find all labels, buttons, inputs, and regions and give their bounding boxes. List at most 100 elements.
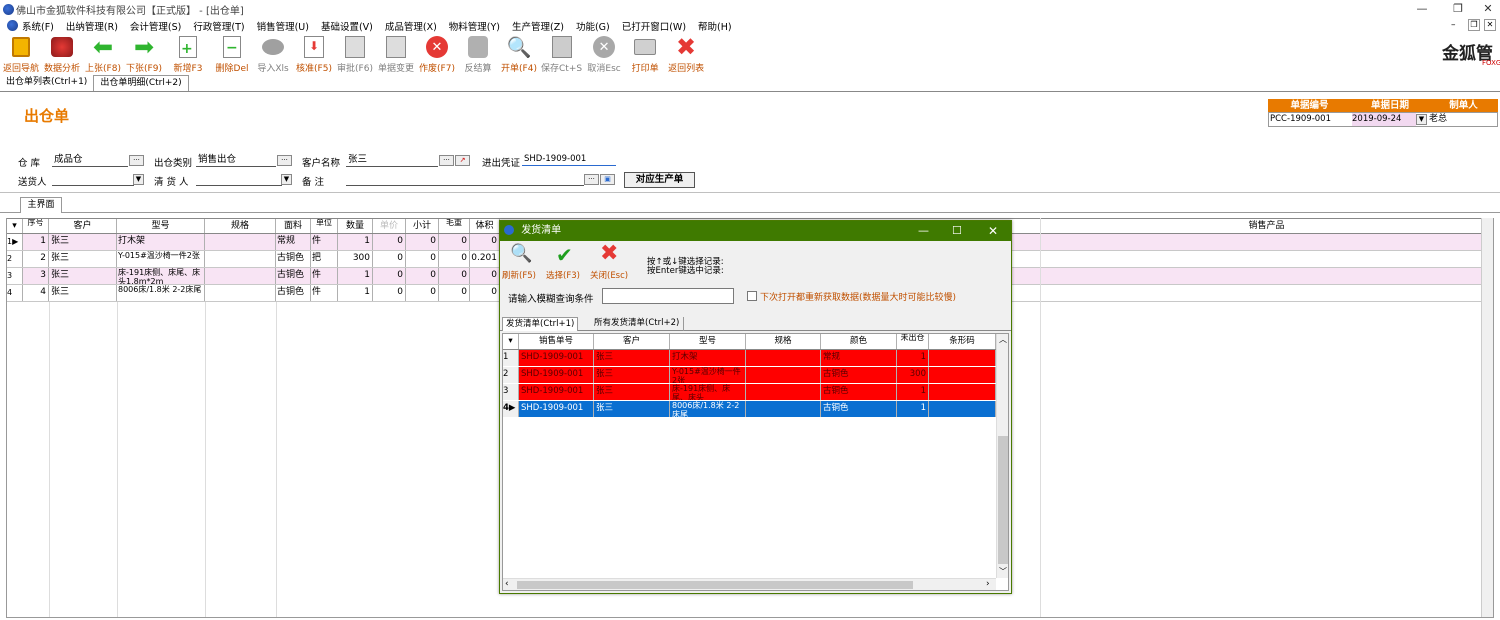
minimize-button[interactable]: —: [1404, 0, 1440, 18]
warehouse-picker-button[interactable]: ···: [129, 155, 144, 166]
col-header-qty[interactable]: 数量: [338, 219, 373, 233]
col-header-dlg-unshipped[interactable]: 未出仓: [897, 334, 929, 349]
remark-picker-button[interactable]: ···: [584, 174, 599, 185]
next-button[interactable]: ➡ 下张(F9): [125, 33, 163, 74]
delivery-grid-vertical-scrollbar[interactable]: ︿ ﹀: [996, 334, 1008, 578]
col-header-model[interactable]: 型号: [117, 219, 205, 233]
review-button[interactable]: 审批(F6): [336, 33, 374, 74]
save-button[interactable]: 保存Ct+S: [541, 33, 582, 74]
outtype-field[interactable]: 销售出仓: [196, 154, 276, 167]
dialog-maximize-button[interactable]: ☐: [952, 221, 962, 241]
change-button[interactable]: 单据变更: [377, 33, 415, 74]
col-header-dlg-color[interactable]: 颜色: [821, 334, 897, 349]
unsettle-button[interactable]: 反结算: [459, 33, 497, 74]
doc-date-dropdown[interactable]: ▼: [1416, 114, 1427, 125]
return-list-button[interactable]: ✖ 返回列表: [667, 33, 705, 74]
mdi-minimize-button[interactable]: –: [1451, 20, 1463, 31]
delivery-grid-horizontal-scrollbar[interactable]: ‹ ›: [503, 578, 996, 590]
void-button[interactable]: ✕ 作废(F7): [418, 33, 456, 74]
tab-all-delivery-list[interactable]: 所有发货清单(Ctrl+2): [590, 317, 685, 331]
tab-outbound-list[interactable]: 出仓单列表(Ctrl+1): [0, 75, 94, 91]
prev-button[interactable]: ⬅ 上张(F8): [84, 33, 122, 74]
menu-open-windows[interactable]: 已打开窗口(W): [622, 19, 686, 33]
col-header-spec[interactable]: 规格: [205, 219, 276, 233]
import-button[interactable]: 导入Xls: [254, 33, 292, 74]
col-header-sales-product[interactable]: 销售产品: [1040, 219, 1493, 233]
menu-system[interactable]: 系统(F): [22, 19, 54, 33]
print-button[interactable]: 打印单: [626, 33, 664, 74]
scroll-up-icon[interactable]: ︿: [997, 334, 1009, 346]
warehouse-field[interactable]: 成品仓: [52, 154, 128, 167]
grid-selector-header[interactable]: ▾: [7, 219, 23, 233]
dialog-minimize-button[interactable]: —: [918, 221, 929, 241]
deliverer-dropdown[interactable]: ▼: [133, 174, 144, 185]
cancel-button[interactable]: ✕ 取消Esc: [585, 33, 623, 74]
refresh-data-checkbox[interactable]: [747, 291, 757, 301]
customer-link-button[interactable]: ↗: [455, 155, 470, 166]
search-input[interactable]: [602, 288, 734, 304]
tab-delivery-list[interactable]: 发货清单(Ctrl+1): [502, 317, 579, 331]
customer-picker-button[interactable]: ···: [439, 155, 454, 166]
delete-button[interactable]: − 删除Del: [213, 33, 251, 74]
menu-product[interactable]: 成品管理(X): [385, 19, 437, 33]
col-header-price[interactable]: 单价: [373, 219, 406, 233]
data-analysis-button[interactable]: 数据分析: [43, 33, 81, 74]
remark-field[interactable]: [346, 173, 584, 186]
dialog-close-button[interactable]: ✕: [988, 221, 998, 241]
open-order-button[interactable]: 🔍 开单(F4): [500, 33, 538, 74]
deliverer-field[interactable]: [52, 173, 134, 186]
app-menu-icon[interactable]: [7, 20, 18, 31]
col-header-customer[interactable]: 客户: [49, 219, 117, 233]
scroll-left-icon[interactable]: ‹: [505, 579, 509, 589]
table-row[interactable]: 3 SHD-1909-001 张三 床-191床侧、床尾、床头 古铜色 1: [503, 384, 996, 401]
mdi-restore-button[interactable]: ❐: [1468, 19, 1480, 31]
cleaner-field[interactable]: [196, 173, 282, 186]
col-header-dlg-model[interactable]: 型号: [670, 334, 746, 349]
menu-basic-settings[interactable]: 基础设置(V): [321, 19, 373, 33]
col-header-fabric[interactable]: 面料: [276, 219, 311, 233]
col-header-unit[interactable]: 单位: [311, 219, 338, 233]
scroll-right-icon[interactable]: ›: [986, 579, 990, 589]
remark-save-icon[interactable]: ▣: [600, 174, 615, 185]
menu-material[interactable]: 物料管理(Y): [449, 19, 500, 33]
menu-cashier[interactable]: 出纳管理(R): [66, 19, 118, 33]
table-row[interactable]: 2 SHD-1909-001 张三 Y-015#温沙椅一件2张 古铜色 300: [503, 367, 996, 384]
back-nav-button[interactable]: 返回导航: [2, 33, 40, 74]
col-header-dlg-spec[interactable]: 规格: [746, 334, 821, 349]
menu-production[interactable]: 生产管理(Z): [512, 19, 564, 33]
tab-main[interactable]: 主界面: [20, 197, 62, 213]
mdi-close-button[interactable]: ✕: [1484, 19, 1496, 31]
col-header-seq[interactable]: 序号: [23, 219, 49, 233]
doc-number-field[interactable]: PCC-1909-001: [1270, 113, 1350, 126]
table-row[interactable]: 1 SHD-1909-001 张三 打木架 常规 1: [503, 350, 996, 367]
close-button[interactable]: ✕: [1470, 0, 1500, 18]
menu-sales[interactable]: 销售管理(U): [257, 19, 309, 33]
col-header-dlg-customer[interactable]: 客户: [594, 334, 670, 349]
select-button[interactable]: ✔ 选择(F3): [544, 243, 588, 283]
menu-accounting[interactable]: 会计管理(S): [130, 19, 181, 33]
cleaner-dropdown[interactable]: ▼: [281, 174, 292, 185]
menu-help[interactable]: 帮助(H): [698, 19, 732, 33]
h-scroll-thumb[interactable]: [517, 581, 913, 589]
outtype-picker-button[interactable]: ···: [277, 155, 292, 166]
menu-admin[interactable]: 行政管理(T): [193, 19, 244, 33]
dialog-grid-selector[interactable]: ▾: [503, 334, 519, 349]
col-header-subtotal[interactable]: 小计: [406, 219, 439, 233]
col-header-dlg-barcode[interactable]: 条形码: [929, 334, 996, 349]
grid-vertical-scrollbar[interactable]: [1481, 218, 1493, 617]
menu-function[interactable]: 功能(G): [576, 19, 610, 33]
col-header-order[interactable]: 销售单号: [519, 334, 594, 349]
scroll-down-icon[interactable]: ﹀: [997, 566, 1009, 578]
table-row[interactable]: 4▶ SHD-1909-001 张三 8006床/1.8米 2-2床尾 古铜色 …: [503, 401, 996, 418]
col-header-weight[interactable]: 毛重: [439, 219, 470, 233]
match-production-button[interactable]: 对应生产单: [624, 172, 695, 188]
scroll-thumb[interactable]: [998, 436, 1008, 564]
col-header-volume[interactable]: 体积: [470, 219, 500, 233]
voucher-field[interactable]: SHD-1909-001: [522, 153, 616, 166]
refresh-button[interactable]: 🔍 刷新(F5): [502, 243, 542, 283]
new-button[interactable]: + 新增F3: [166, 33, 210, 74]
approve-button[interactable]: ⬇ 核准(F5): [295, 33, 333, 74]
doc-date-field[interactable]: 2019-09-24: [1352, 113, 1416, 126]
tab-outbound-detail[interactable]: 出仓单明细(Ctrl+2): [93, 75, 189, 91]
dialog-close-action-button[interactable]: ✖ 关闭(Esc): [590, 241, 634, 283]
